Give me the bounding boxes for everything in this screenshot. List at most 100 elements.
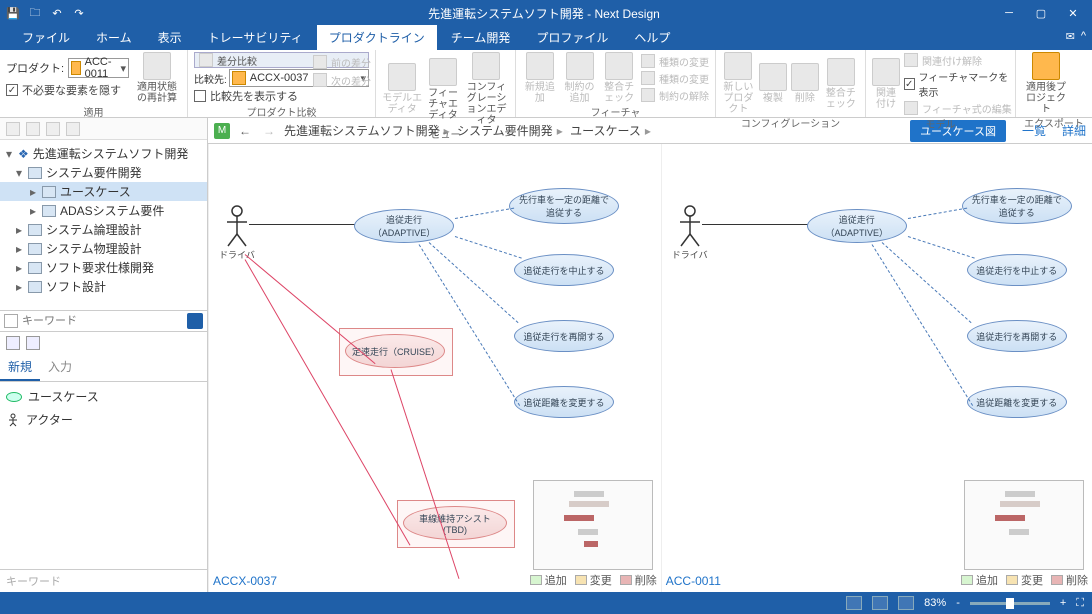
- filter-go-icon[interactable]: [187, 313, 203, 329]
- uc-resume[interactable]: 追従走行を再開する: [967, 320, 1067, 352]
- refresh-icon: [143, 52, 171, 80]
- model-badge: M: [214, 123, 230, 139]
- tree-tool-icon[interactable]: [6, 122, 20, 136]
- filter-input[interactable]: [22, 315, 183, 327]
- palette-tool-icon[interactable]: [26, 336, 40, 350]
- zoom-out-button[interactable]: -: [956, 597, 960, 609]
- feature-check-button[interactable]: 整合チェック: [601, 52, 637, 104]
- palette-tab-input[interactable]: 入力: [40, 354, 80, 381]
- export-button[interactable]: 適用後プロジェクト: [1022, 52, 1070, 115]
- remove-constraint-button[interactable]: 制約の解除: [641, 87, 709, 103]
- tree-item[interactable]: ▾システム要件開発: [0, 163, 207, 182]
- tab-view[interactable]: 表示: [146, 25, 194, 50]
- tree-root[interactable]: ▾❖先進運転システムソフト開発: [0, 144, 207, 163]
- uc-lead[interactable]: 先行車を一定の距離で追従する: [509, 188, 619, 224]
- uc-stop[interactable]: 追従走行を中止する: [967, 254, 1067, 286]
- tree-tool-icon[interactable]: [66, 122, 80, 136]
- diagram-split: ドライバ 追従走行（ADAPTIVE） 先行車を一定の距離で追従する 追従走行を…: [208, 144, 1092, 592]
- tree-tool-icon[interactable]: [46, 122, 60, 136]
- undo-icon[interactable]: ↶: [50, 7, 64, 21]
- show-marks-checkbox[interactable]: ✓フィーチャマークを表示: [904, 69, 1012, 99]
- prev-diff-button[interactable]: 前の差分: [313, 54, 371, 70]
- folder-icon[interactable]: 🗀: [28, 7, 42, 21]
- palette-tool-icon[interactable]: [6, 336, 20, 350]
- close-button[interactable]: ✕: [1066, 7, 1080, 20]
- status-view-button[interactable]: [872, 596, 888, 610]
- tree-item[interactable]: ▸システム論理設計: [0, 220, 207, 239]
- uc-resume[interactable]: 追従走行を再開する: [514, 320, 614, 352]
- next-diff-button[interactable]: 次の差分: [313, 72, 371, 88]
- fullscreen-icon[interactable]: ⛶: [1076, 597, 1084, 610]
- tree-item[interactable]: ▸ソフト要求仕様開発: [0, 258, 207, 277]
- zoom-in-button[interactable]: +: [1060, 597, 1066, 609]
- tree-item[interactable]: ▸ADASシステム要件: [0, 201, 207, 220]
- duplicate-button[interactable]: 複製: [759, 63, 787, 104]
- uc-lead[interactable]: 先行車を一定の距離で追従する: [962, 188, 1072, 224]
- uc-distance[interactable]: 追従距離を変更する: [967, 386, 1067, 418]
- status-view-button[interactable]: [846, 596, 862, 610]
- relate-button[interactable]: 関連付け: [872, 58, 900, 110]
- nav-back-button[interactable]: ←: [236, 124, 254, 138]
- show-compare-target-checkbox[interactable]: 比較先を表示する: [194, 88, 369, 104]
- tab-team[interactable]: チーム開発: [439, 25, 523, 50]
- mail-icon[interactable]: ✉: [1066, 30, 1075, 43]
- recalc-button[interactable]: 適用状態の再計算: [133, 52, 181, 104]
- diagram-id-left: ACCX-0037: [213, 574, 277, 588]
- palette: 新規 入力 ユースケース アクター: [0, 332, 207, 569]
- tree-tool-icon[interactable]: [26, 122, 40, 136]
- uc-distance[interactable]: 追従距離を変更する: [514, 386, 614, 418]
- config-editor-button[interactable]: コンフィグレーションエディタ: [464, 52, 509, 126]
- zoom-slider[interactable]: [970, 602, 1050, 605]
- uc-adaptive[interactable]: 追従走行（ADAPTIVE）: [354, 209, 454, 243]
- tab-profile[interactable]: プロファイル: [524, 25, 620, 50]
- actor-node[interactable]: ドライバ: [219, 204, 255, 261]
- nav-forward-button[interactable]: →: [260, 124, 278, 138]
- new-product-button[interactable]: 新しいプロダクト: [722, 52, 755, 115]
- minimap[interactable]: [533, 480, 653, 570]
- uc-adaptive[interactable]: 追従走行（ADAPTIVE）: [807, 209, 907, 243]
- actor-node[interactable]: ドライバ: [672, 204, 708, 261]
- copy-icon: [759, 63, 787, 91]
- model-editor-button[interactable]: モデルエディタ: [382, 63, 422, 115]
- tree-item-selected[interactable]: ▸ユースケース: [0, 182, 207, 201]
- change-kind2-button[interactable]: 種類の変更: [641, 70, 709, 86]
- delete-button[interactable]: 削除: [791, 63, 819, 104]
- tree-item[interactable]: ▸システム物理設計: [0, 239, 207, 258]
- tree-item[interactable]: ▸ソフト設計: [0, 277, 207, 296]
- titlebar: 💾 🗀 ↶ ↷ 先進運転システムソフト開発 - Next Design ─ ▢ …: [0, 0, 1092, 27]
- diagram-right[interactable]: ドライバ 追従走行（ADAPTIVE） 先行車を一定の距離で追従する 追従走行を…: [661, 144, 1092, 592]
- change-kind-button[interactable]: 種類の変更: [641, 53, 709, 69]
- tab-home[interactable]: ホーム: [84, 25, 144, 50]
- redo-icon[interactable]: ↷: [72, 7, 86, 21]
- bottom-keyword[interactable]: キーワード: [0, 569, 207, 592]
- unrelate-button[interactable]: 関連付け解除: [904, 52, 1012, 68]
- tab-traceability[interactable]: トレーサビリティ: [196, 25, 315, 50]
- tab-productline[interactable]: プロダクトライン: [317, 25, 437, 50]
- config-check-button[interactable]: 整合チェック: [823, 58, 859, 110]
- status-view-button[interactable]: [898, 596, 914, 610]
- ribbon: プロダクト: ACC-0011 ▾ ✓ 不必要な要素を隠す 適用状態の再計算 適…: [0, 50, 1092, 118]
- minimize-button[interactable]: ─: [1002, 7, 1016, 20]
- filter-icon[interactable]: [4, 314, 18, 328]
- uc-stop[interactable]: 追従走行を中止する: [514, 254, 614, 286]
- tree-filter: [0, 310, 207, 332]
- product-combo[interactable]: ACC-0011 ▾: [68, 58, 129, 78]
- collapse-ribbon-icon[interactable]: ^: [1081, 30, 1086, 43]
- constraint-add-button[interactable]: 制約の追加: [562, 52, 598, 104]
- check-icon: [605, 52, 633, 80]
- feature-add-button[interactable]: 新規追加: [522, 52, 558, 104]
- maximize-button[interactable]: ▢: [1034, 7, 1048, 20]
- palette-tab-new[interactable]: 新規: [0, 354, 40, 381]
- palette-item-usecase[interactable]: ユースケース: [6, 388, 201, 405]
- tab-help[interactable]: ヘルプ: [622, 25, 682, 50]
- diagram-left[interactable]: ドライバ 追従走行（ADAPTIVE） 先行車を一定の距離で追従する 追従走行を…: [208, 144, 661, 592]
- save-icon[interactable]: 💾: [6, 7, 20, 21]
- palette-item-actor[interactable]: アクター: [6, 411, 201, 428]
- uc-lane[interactable]: 車線維持アシスト(TBD): [403, 506, 507, 540]
- feature-editor-button[interactable]: フィーチャエディタ: [426, 58, 460, 121]
- tab-file[interactable]: ファイル: [10, 25, 82, 50]
- hide-unneeded-checkbox[interactable]: ✓ 不必要な要素を隠す: [6, 82, 129, 98]
- edit-expr-button[interactable]: フィーチャ式の編集: [904, 100, 1012, 116]
- minimap[interactable]: [964, 480, 1084, 570]
- actor-icon: [6, 413, 20, 427]
